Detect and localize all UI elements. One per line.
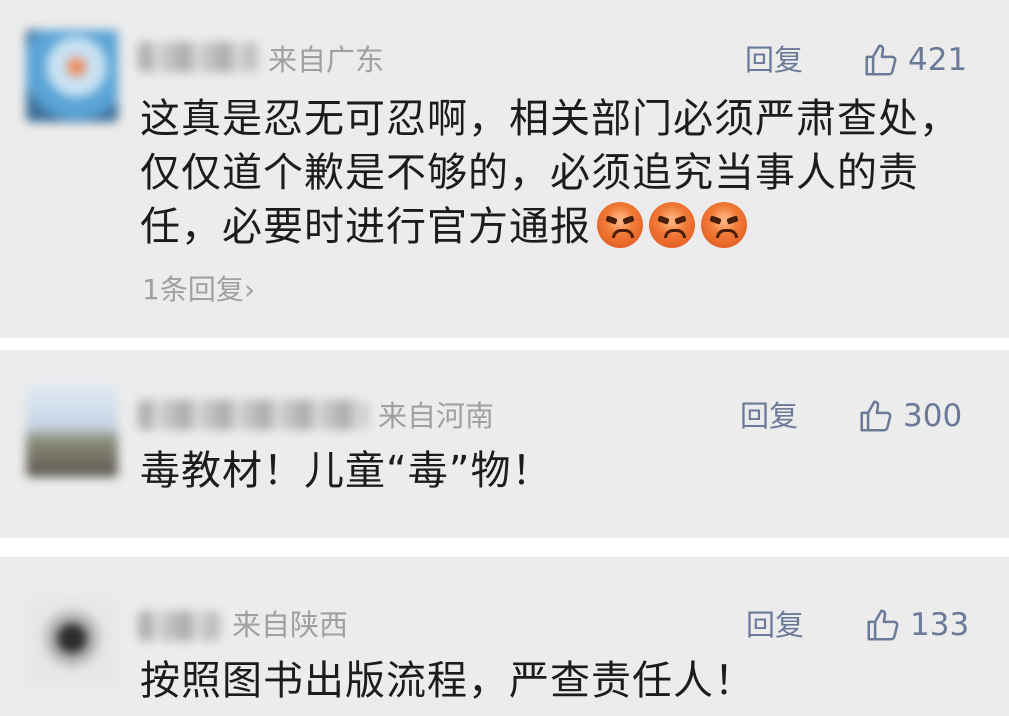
comment-text: 按照图书出版流程，严查责任人！ — [140, 658, 755, 704]
location-label: 来自广东 — [268, 43, 385, 77]
angry-face-emoji — [649, 202, 695, 248]
view-replies-link[interactable]: 1条回复› — [142, 276, 255, 304]
comment-text-line: 仅仅道个歉是不够的，必须追究当事人的责 — [140, 150, 919, 196]
comment-text: 这真是忍无可忍啊，相关部门必须严肃查处， 仅仅道个歉是不够的，必须追究当事人的责… — [140, 92, 980, 254]
like-count: 300 — [903, 397, 963, 434]
thumbs-up-icon — [865, 44, 897, 76]
like-button[interactable]: 133 — [864, 606, 969, 644]
like-button[interactable]: 421 — [862, 41, 967, 79]
like-count: 421 — [908, 41, 968, 78]
username-blurred[interactable] — [138, 400, 368, 430]
like-count: 133 — [910, 606, 970, 643]
comment-text-line: 任，必要时进行官方通报 — [140, 200, 980, 254]
username-blurred[interactable] — [138, 611, 220, 641]
angry-face-emoji — [597, 202, 643, 248]
username-blurred[interactable] — [138, 42, 258, 72]
thumbs-up-icon — [867, 609, 899, 641]
location-label: 来自河南 — [378, 399, 495, 433]
reply-button[interactable]: 回复 — [746, 611, 804, 640]
location-label: 来自陕西 — [232, 608, 349, 642]
like-button[interactable]: 300 — [857, 397, 962, 435]
reply-button[interactable]: 回复 — [745, 46, 803, 75]
thumbs-up-icon — [860, 400, 892, 432]
angry-face-emoji — [701, 202, 747, 248]
avatar[interactable] — [26, 597, 118, 689]
reply-button[interactable]: 回复 — [740, 402, 798, 431]
comment-text-line-3: 任，必要时进行官方通报 — [140, 204, 591, 250]
avatar[interactable] — [26, 30, 118, 122]
avatar[interactable] — [26, 385, 118, 477]
comment-text-line: 这真是忍无可忍啊，相关部门必须严肃查处， — [140, 96, 960, 142]
comment-text: 毒教材！儿童“毒”物！ — [140, 448, 553, 494]
